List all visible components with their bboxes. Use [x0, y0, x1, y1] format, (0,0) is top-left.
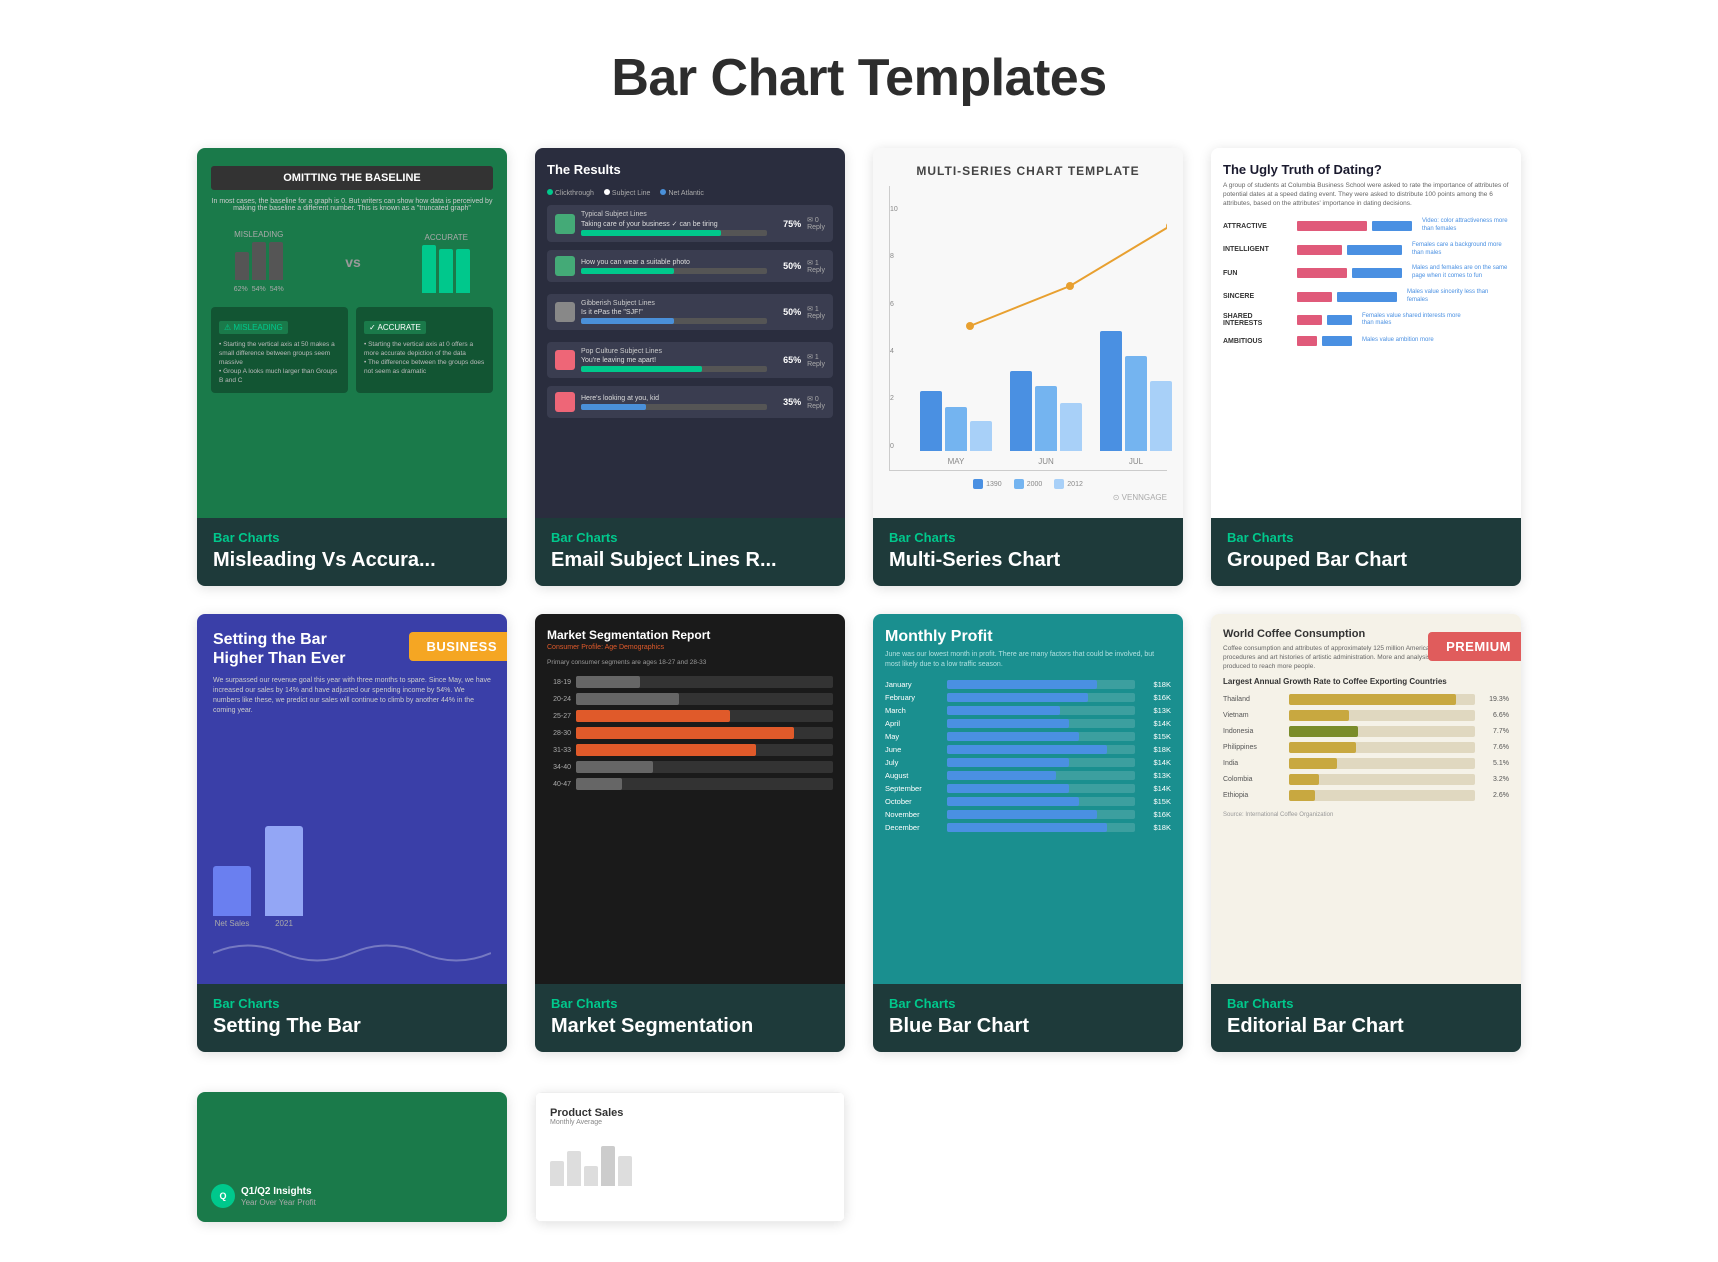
card-category: Bar Charts — [889, 996, 1167, 1011]
card-footer-misleading: Bar Charts Misleading Vs Accura... — [197, 518, 507, 586]
card-thumb-editorial: PREMIUM World Coffee Consumption Coffee … — [1211, 614, 1521, 984]
page-title: Bar Chart Templates — [0, 0, 1718, 148]
card-thumb-setting: BUSINESS Setting the BarHigher Than Ever… — [197, 614, 507, 984]
card-title: Misleading Vs Accura... — [213, 549, 491, 572]
card-title: Multi-Series Chart — [889, 549, 1167, 572]
card-thumb-market: Market Segmentation Report Consumer Prof… — [535, 614, 845, 984]
q1-title: Q1/Q2 Insights — [241, 1185, 316, 1198]
card-category: Bar Charts — [1227, 996, 1505, 1011]
card-thumb-monthly: Monthly Profit June was our lowest month… — [873, 614, 1183, 984]
card-category: Bar Charts — [1227, 530, 1505, 545]
card-thumb-misleading: OMITTING THE BASELINE In most cases, the… — [197, 148, 507, 518]
card-category: Bar Charts — [889, 530, 1167, 545]
product-title: Product Sales — [550, 1107, 830, 1119]
card-footer-email: Bar Charts Email Subject Lines R... — [535, 518, 845, 586]
card-misleading[interactable]: OMITTING THE BASELINE In most cases, the… — [197, 148, 507, 586]
card-editorial[interactable]: PREMIUM World Coffee Consumption Coffee … — [1211, 614, 1521, 1052]
card-email[interactable]: The Results Clickthrough Subject Line Ne… — [535, 148, 845, 586]
card-category: Bar Charts — [213, 996, 491, 1011]
card-category: Bar Charts — [213, 530, 491, 545]
card-title: Grouped Bar Chart — [1227, 549, 1505, 572]
card-category: Bar Charts — [551, 530, 829, 545]
product-sub: Monthly Average — [550, 1119, 830, 1126]
card-title: Blue Bar Chart — [889, 1015, 1167, 1038]
card-dating[interactable]: The Ugly Truth of Dating? A group of stu… — [1211, 148, 1521, 586]
card-multiseries[interactable]: MULTI-SERIES CHART TEMPLATE 0 2 4 6 8 10 — [873, 148, 1183, 586]
card-footer-editorial: Bar Charts Editorial Bar Chart — [1211, 984, 1521, 1052]
card-market[interactable]: Market Segmentation Report Consumer Prof… — [535, 614, 845, 1052]
card-footer-setting: Bar Charts Setting The Bar — [197, 984, 507, 1052]
card-thumb-email: The Results Clickthrough Subject Line Ne… — [535, 148, 845, 518]
card-monthly[interactable]: Monthly Profit June was our lowest month… — [873, 614, 1183, 1052]
card-setting[interactable]: BUSINESS Setting the BarHigher Than Ever… — [197, 614, 507, 1052]
card-footer-dating: Bar Charts Grouped Bar Chart — [1211, 518, 1521, 586]
card-title: Setting The Bar — [213, 1015, 491, 1038]
card-thumb-multiseries: MULTI-SERIES CHART TEMPLATE 0 2 4 6 8 10 — [873, 148, 1183, 518]
card-title: Email Subject Lines R... — [551, 549, 829, 572]
partial-card-q1[interactable]: Q Q1/Q2 Insights Year Over Year Profit — [197, 1092, 507, 1222]
partial-cards-grid: Q Q1/Q2 Insights Year Over Year Profit P… — [0, 1092, 1718, 1262]
card-title: Market Segmentation — [551, 1015, 829, 1038]
card-category: Bar Charts — [551, 996, 829, 1011]
cards-grid: OMITTING THE BASELINE In most cases, the… — [0, 148, 1718, 1092]
card-footer-multiseries: Bar Charts Multi-Series Chart — [873, 518, 1183, 586]
card-thumb-dating: The Ugly Truth of Dating? A group of stu… — [1211, 148, 1521, 518]
partial-card-product[interactable]: Product Sales Monthly Average — [535, 1092, 845, 1222]
premium-badge: PREMIUM — [1428, 632, 1521, 661]
card-footer-market: Bar Charts Market Segmentation — [535, 984, 845, 1052]
business-badge: BUSINESS — [409, 632, 507, 661]
card-footer-monthly: Bar Charts Blue Bar Chart — [873, 984, 1183, 1052]
q1-sub: Year Over Year Profit — [241, 1198, 316, 1207]
card-title: Editorial Bar Chart — [1227, 1015, 1505, 1038]
